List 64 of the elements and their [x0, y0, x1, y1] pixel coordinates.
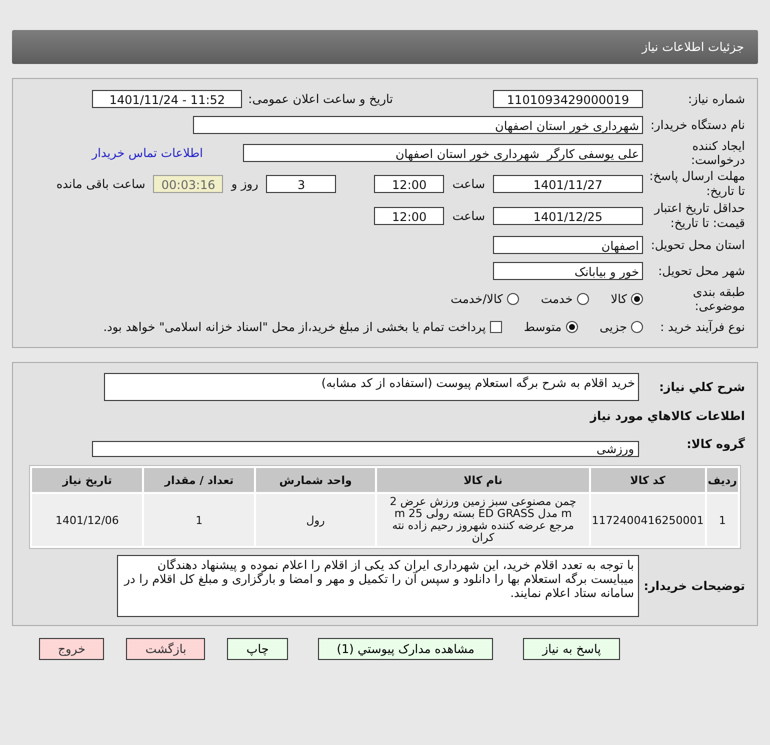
field-label: ساعت: [452, 177, 485, 191]
action-button[interactable]: پاسخ به نیاز: [523, 638, 620, 660]
radio-label: کالا/خدمت: [450, 292, 503, 306]
days-field: 3: [266, 175, 336, 193]
field-label: طبقه بندی موضوعی:: [692, 285, 746, 313]
validity-time-field: 12:00: [374, 207, 444, 225]
buyer-notes-field: با توجه به تعدد اقلام خرید، این شهرداری ایران کد یکی از اقلام را اعلام نموده و پیشنهاد دهندگان میبایست برگه استعلام بها را دانلود و سپس آن را تکمیل و مهر و امضا و بارگزاری و مبلغ کل اقلام را در سامانه ستاد اعلام نمایند.: [117, 555, 639, 617]
goods-group-field: ورزشی: [92, 441, 639, 457]
radio-label: متوسط: [524, 320, 562, 334]
action-button[interactable]: چاپ: [227, 638, 288, 660]
field-label: مهلت ارسال پاسخ: تا تاریخ:: [648, 169, 746, 199]
radio-button[interactable]: [631, 321, 643, 333]
requester-field: علی یوسفی کارگر شهرداری خور استان اصفهان: [243, 144, 643, 162]
field-label: حداقل تاریخ اعتبار قیمت: تا تاریخ:: [652, 201, 746, 231]
radio-button[interactable]: [506, 293, 519, 305]
column-header: ردیف: [706, 468, 738, 492]
field-label: نوع فرآیند خرید :: [659, 320, 746, 334]
field-label: ساعت باقی مانده: [56, 177, 146, 191]
buyer-org-field: شهرداری خور استان اصفهان: [193, 116, 643, 134]
field-label: روز و: [231, 177, 258, 191]
table-cell: رول: [256, 494, 376, 546]
column-header: نام کالا: [377, 468, 589, 492]
province-field: اصفهان: [493, 236, 643, 254]
radio-label: خدمت: [540, 292, 573, 306]
field-label: گروه کالا:: [686, 437, 746, 451]
table-cell: 1: [144, 494, 254, 546]
radio-button[interactable]: [631, 293, 643, 305]
column-header: واحد شمارش: [256, 468, 376, 492]
description-field: خرید اقلام به شرح برگه استعلام پیوست (استفاده از کد مشابه): [104, 373, 639, 401]
table-cell: 1401/12/06: [32, 494, 142, 546]
column-header: تعداد / مقدار: [144, 468, 254, 492]
field-label: شماره نیاز:: [687, 92, 746, 106]
field-label: نام دستگاه خریدار:: [650, 118, 746, 132]
field-label: تاریخ و ساعت اعلان عمومی:: [248, 92, 393, 106]
countdown-field: 00:03:16: [153, 175, 224, 193]
action-button[interactable]: بازگشت: [126, 638, 206, 660]
field-label: توضیحات خریدار:: [642, 579, 746, 593]
radio-button[interactable]: [566, 321, 578, 333]
table-cell: چمن مصنوعی سبز زمین ورزش عرض 2 m مدل ED GRASS بسته رولی 25 m مرجع عرضه کننده شهروز رحیم زاده نته کران: [377, 494, 589, 546]
city-field: خور و بیابانک: [493, 262, 643, 280]
page-title: جزئیات اطلاعات نیاز: [642, 40, 744, 54]
radio-label: کالا: [610, 292, 627, 306]
deadline-date-field: 1401/11/27: [493, 175, 643, 193]
field-label: استان محل تحویل:: [650, 238, 746, 252]
need-number-field: 1101093429000019: [493, 90, 643, 108]
checkbox[interactable]: [490, 321, 502, 333]
table-cell: 1172400416250001: [590, 494, 705, 546]
deadline-time-field: 12:00: [374, 175, 444, 193]
radio-label: جزیی: [600, 320, 627, 334]
announce-date-field: 1401/11/24 - 11:52: [92, 90, 242, 108]
column-header: کد کالا: [590, 468, 705, 492]
field-label: ایجاد کننده درخواست:: [690, 139, 746, 167]
action-button[interactable]: خروج: [38, 638, 104, 660]
validity-date-field: 1401/12/25: [493, 207, 643, 225]
checkbox-label: پرداخت تمام یا بخشی از مبلغ خرید،از محل "اسناد خزانه اسلامی" خواهد بود.: [103, 320, 486, 334]
action-button[interactable]: مشاهده مدارک پیوستي (1): [318, 638, 494, 660]
field-label: شهر محل تحویل:: [657, 264, 746, 278]
contact-link[interactable]: اطلاعات تماس خریدار: [92, 146, 203, 160]
radio-button[interactable]: [576, 293, 589, 305]
column-header: تاریخ نیاز: [32, 468, 142, 492]
field-label: ساعت: [452, 209, 485, 223]
table-cell: 1: [706, 494, 738, 546]
field-label: شرح کلي نياز:: [658, 380, 746, 394]
section-heading: اطلاعات کالاهاي مورد نياز: [590, 409, 746, 423]
